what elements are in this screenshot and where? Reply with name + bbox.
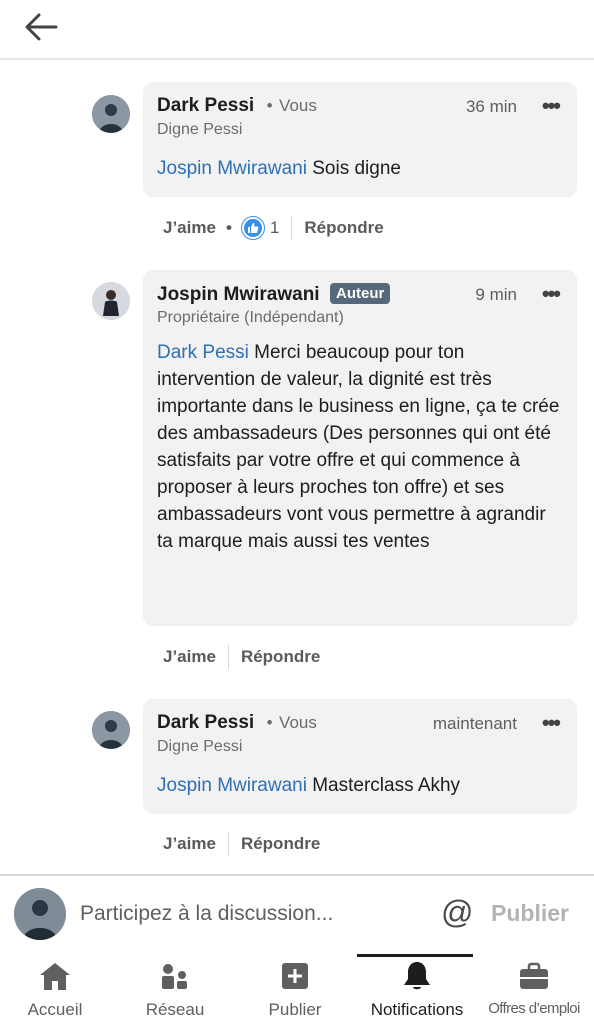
bottom-nav: Accueil Réseau Publier Notifications Off… [0, 954, 594, 1024]
more-options-icon[interactable]: ••• [542, 281, 561, 307]
like-button[interactable]: J’aime [163, 834, 216, 854]
tab-notifications[interactable]: Notifications [357, 954, 477, 1024]
you-label: Vous [279, 96, 317, 115]
timestamp: 36 min [465, 97, 517, 116]
author-name[interactable]: Dark Pessi [157, 95, 254, 116]
tab-jobs[interactable]: Offres d’emploi [474, 954, 594, 1024]
more-options-icon[interactable]: ••• [542, 710, 561, 736]
comment-composer: Participez à la discussion... @ Publier [0, 874, 594, 954]
comment-text: Dark Pessi Merci beaucoup pour ton inter… [157, 339, 563, 555]
reply-button[interactable]: Répondre [304, 218, 383, 238]
more-options-icon[interactable]: ••• [542, 93, 561, 119]
like-count[interactable]: 1 [270, 218, 279, 238]
author-headline: Digne Pessi [157, 121, 243, 138]
home-icon [40, 963, 70, 990]
avatar[interactable] [92, 711, 130, 749]
network-icon [162, 964, 187, 989]
back-arrow-icon[interactable] [22, 10, 62, 44]
mention-link[interactable]: Jospin Mwirawani [157, 158, 307, 179]
tab-label: Accueil [27, 1000, 83, 1019]
bell-icon [404, 962, 430, 990]
tab-label: Publier [268, 1000, 322, 1019]
comment-text: Jospin Mwirawani Masterclass Akhy [157, 772, 563, 799]
separator-dot: • [225, 218, 232, 237]
author-headline: Digne Pessi [157, 738, 243, 755]
tab-network[interactable]: Réseau [115, 954, 235, 1024]
comment-input[interactable]: Participez à la discussion... [80, 902, 333, 926]
reply-button[interactable]: Répondre [241, 647, 320, 667]
top-bar [0, 0, 594, 60]
like-button[interactable]: J’aime [163, 218, 216, 238]
mention-link[interactable]: Dark Pessi [157, 342, 249, 363]
plus-square-icon [282, 963, 308, 989]
briefcase-icon [520, 962, 548, 989]
you-label: Vous [279, 713, 317, 732]
comment-actions: J’aime • 1 Répondre [163, 216, 384, 240]
tab-label: Notifications [370, 1000, 464, 1019]
like-button[interactable]: J’aime [163, 647, 216, 667]
comment-actions: J’aime Répondre [163, 832, 320, 856]
comment-bubble: Dark Pessi • Vous maintenant ••• Digne P… [143, 699, 577, 814]
reply-button[interactable]: Répondre [241, 834, 320, 854]
active-tab-indicator [357, 954, 473, 957]
separator-dot: • [266, 713, 273, 732]
avatar[interactable] [92, 282, 130, 320]
timestamp: 9 min [475, 285, 517, 304]
user-avatar[interactable] [14, 888, 66, 940]
timestamp: maintenant [432, 714, 517, 733]
publish-button[interactable]: Publier [491, 900, 569, 927]
comment-body: Sois digne [306, 158, 401, 179]
mention-link[interactable]: Jospin Mwirawani [157, 775, 307, 796]
tab-home[interactable]: Accueil [0, 954, 115, 1024]
separator-dot: • [266, 96, 273, 115]
comment-body: Masterclass Akhy [306, 775, 461, 796]
comment-text: Jospin Mwirawani Sois digne [157, 155, 563, 182]
mention-at-icon[interactable]: @ [441, 894, 473, 931]
author-name[interactable]: Jospin Mwirawani [157, 284, 320, 305]
author-name[interactable]: Dark Pessi [157, 712, 254, 733]
comment-bubble: Dark Pessi • Vous 36 min ••• Digne Pessi… [143, 82, 577, 197]
comment-bubble: Jospin Mwirawani Auteur 9 min ••• Propri… [143, 270, 577, 626]
divider [227, 645, 229, 669]
comment-body: Merci beaucoup pour ton intervention de … [157, 342, 560, 552]
thumbs-up-icon[interactable] [241, 217, 264, 239]
tab-publish[interactable]: Publier [235, 954, 355, 1024]
divider [291, 216, 293, 240]
tab-label: Réseau [145, 1000, 205, 1019]
avatar[interactable] [92, 95, 130, 133]
divider [227, 832, 229, 856]
comment-actions: J’aime Répondre [163, 645, 320, 669]
tab-label: Offres d’emploi [488, 1000, 580, 1017]
author-badge: Auteur [330, 283, 391, 304]
author-headline: Propriétaire (Indépendant) [157, 309, 344, 326]
